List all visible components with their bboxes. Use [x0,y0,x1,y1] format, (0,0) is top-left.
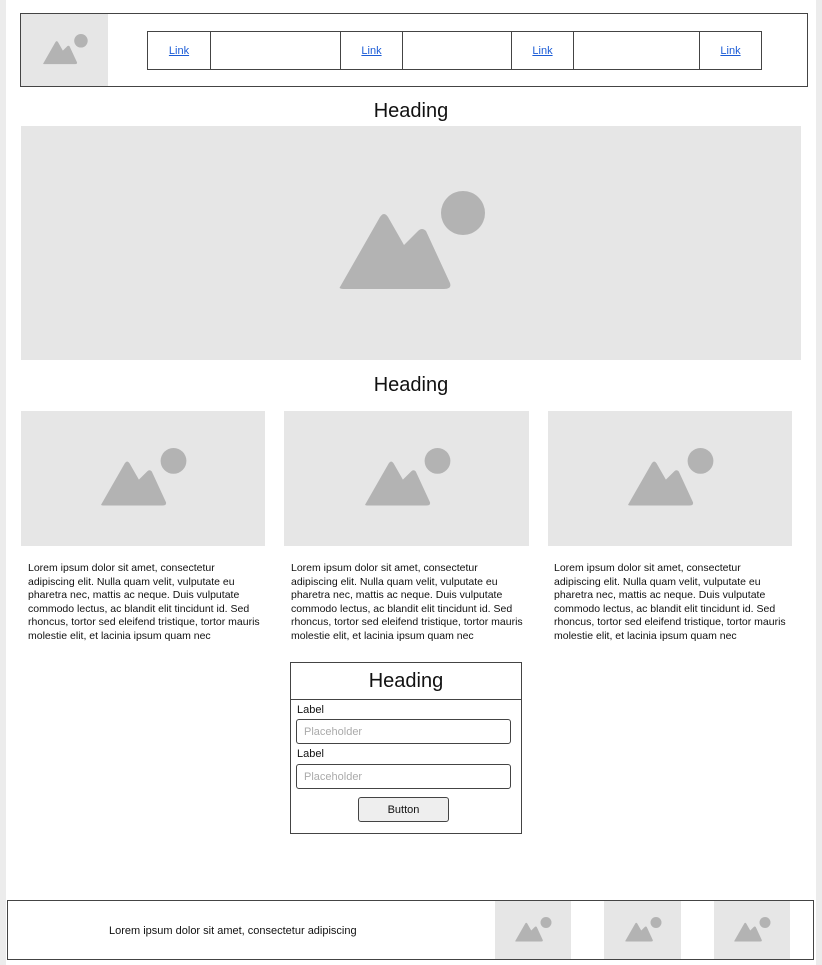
site-footer: Lorem ipsum dolor sit amet, consectetur … [7,900,814,960]
hero-heading: Heading [373,100,449,122]
image-placeholder-icon [364,448,450,506]
form-input-2[interactable] [296,764,511,789]
form-input-1[interactable] [296,719,511,744]
image-placeholder-icon [339,191,485,289]
submit-button[interactable]: Button [358,797,449,822]
card-image-1 [21,411,265,546]
hero-image [21,126,801,360]
page: Link Link Link Link Heading Heading Lore… [6,0,816,965]
nav-link-4[interactable]: Link [720,45,740,57]
nav-link-3[interactable]: Link [532,45,552,57]
nav-link-1[interactable]: Link [169,45,189,57]
footer-text: Lorem ipsum dolor sit amet, consectetur … [109,925,357,937]
main-nav: Link Link Link Link [147,31,762,70]
nav-item-4: Link [699,32,761,69]
image-placeholder-icon [734,917,771,942]
nav-link-2[interactable]: Link [361,45,381,57]
nav-item-2: Link [340,32,402,69]
card-text-2: Lorem ipsum dolor sit amet, consectetur … [291,562,523,642]
card-text-3: Lorem ipsum dolor sit amet, consectetur … [554,562,786,642]
image-placeholder-icon [42,34,88,65]
nav-spacer [210,32,340,69]
image-placeholder-icon [101,448,187,506]
card-text-1: Lorem ipsum dolor sit amet, consectetur … [28,562,260,642]
footer-image-2 [604,901,681,959]
card-image-3 [548,411,792,546]
nav-item-3: Link [511,32,573,69]
footer-image-1 [495,901,571,959]
form-panel: Heading Label Label Button [290,662,522,834]
section-heading: Heading [373,374,449,396]
site-header: Link Link Link Link [20,13,808,87]
card-image-2 [284,411,529,546]
image-placeholder-icon [628,448,714,506]
form-heading: Heading [291,663,521,700]
logo-image [21,14,108,86]
nav-spacer [402,32,511,69]
nav-item-1: Link [148,32,210,69]
image-placeholder-icon [515,917,552,942]
form-label-1: Label [297,704,324,716]
image-placeholder-icon [624,917,661,942]
form-label-2: Label [297,748,324,760]
nav-spacer [573,32,699,69]
footer-image-3 [714,901,790,959]
